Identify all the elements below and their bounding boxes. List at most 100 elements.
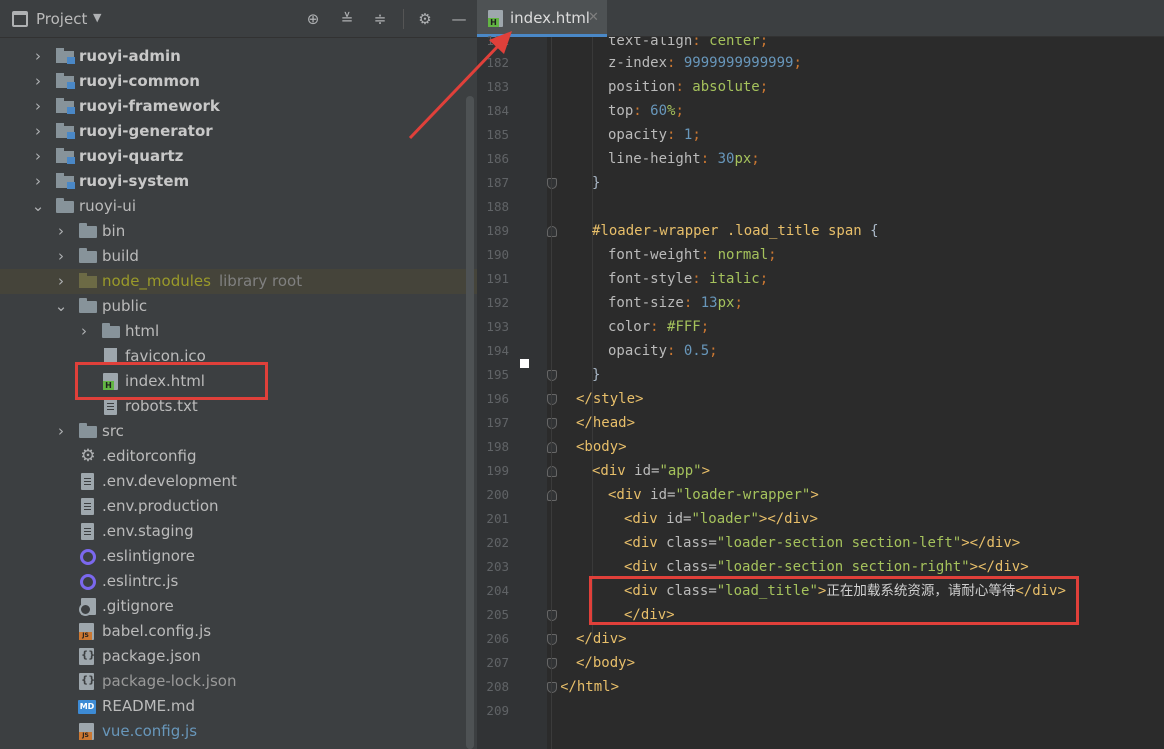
highlight-box-index-html xyxy=(75,362,268,400)
fold-marker[interactable] xyxy=(547,610,557,621)
tree-item-env-production[interactable]: .env.production xyxy=(0,494,477,519)
window-icon[interactable] xyxy=(12,11,28,27)
project-panel-scrollbar[interactable] xyxy=(466,96,474,749)
fold-marker[interactable] xyxy=(547,442,557,453)
chevron-right-icon[interactable]: › xyxy=(31,119,45,144)
code-line: <div class="loader-section section-left"… xyxy=(624,531,1020,555)
chevron-down-icon[interactable]: ▼ xyxy=(93,11,101,24)
html-string: "loader-section section-left" xyxy=(716,535,962,551)
chevron-down-icon[interactable]: ⌄ xyxy=(31,194,45,219)
tree-item-label: package.json xyxy=(102,647,201,665)
tree-item-eslintignore[interactable]: .eslintignore xyxy=(0,544,477,569)
chevron-right-icon[interactable]: › xyxy=(54,269,68,294)
tree-item-ruoyi-generator[interactable]: › ruoyi-generator xyxy=(0,119,477,144)
code-line: position: absolute; xyxy=(608,75,768,99)
css-selector: #loader-wrapper .load_title span xyxy=(592,223,862,239)
punctuation: ; xyxy=(751,151,760,167)
chevron-right-icon[interactable]: › xyxy=(31,169,45,194)
css-value: #FFF xyxy=(667,319,701,335)
tree-item-ruoyi-system[interactable]: › ruoyi-system xyxy=(0,169,477,194)
fold-marker[interactable] xyxy=(547,226,557,237)
tree-item-bin[interactable]: › bin xyxy=(0,219,477,244)
fold-marker[interactable] xyxy=(547,370,557,381)
minimize-icon[interactable]: — xyxy=(451,11,467,27)
punctuation: : xyxy=(650,319,668,335)
tree-item-label: package-lock.json xyxy=(102,672,237,690)
css-number: 9999999999999 xyxy=(683,55,794,71)
chevron-right-icon[interactable]: › xyxy=(54,244,68,269)
code-line: #loader-wrapper .load_title span { xyxy=(592,219,879,243)
tree-item-readme[interactable]: MD README.md xyxy=(0,694,477,719)
chevron-right-icon[interactable]: › xyxy=(31,94,45,119)
punctuation: ; xyxy=(759,37,769,49)
tree-item-build[interactable]: › build xyxy=(0,244,477,269)
code-line: font-weight: normal; xyxy=(608,243,777,267)
html-tag: <div xyxy=(608,487,651,503)
code-area[interactable]: text-align: center; z-index: 99999999999… xyxy=(561,37,1164,749)
chevron-right-icon[interactable]: › xyxy=(54,219,68,244)
color-preview-swatch[interactable] xyxy=(520,359,529,368)
tree-item-node-modules[interactable]: › node_modules library root xyxy=(0,269,477,294)
code-line: <body> xyxy=(576,439,627,455)
html-tag: ></div> xyxy=(969,559,1029,575)
tree-item-ruoyi-admin[interactable]: › ruoyi-admin xyxy=(0,44,477,69)
collapse-all-icon[interactable]: ≑ xyxy=(372,11,388,27)
tree-item-ruoyi-quartz[interactable]: › ruoyi-quartz xyxy=(0,144,477,169)
chevron-right-icon[interactable]: › xyxy=(31,44,45,69)
tree-item-label: ruoyi-ui xyxy=(79,197,136,215)
tree-item-package-lock[interactable]: package-lock.json xyxy=(0,669,477,694)
tree-item-eslintrc[interactable]: .eslintrc.js xyxy=(0,569,477,594)
library-root-hint: library root xyxy=(218,272,303,290)
tree-item-ruoyi-framework[interactable]: › ruoyi-framework xyxy=(0,94,477,119)
tree-item-editorconfig[interactable]: ⚙ .editorconfig xyxy=(0,444,477,469)
code-line: <div id="app"> xyxy=(592,459,710,483)
tree-item-label: .eslintrc.js xyxy=(102,572,179,590)
fold-marker[interactable] xyxy=(547,418,557,429)
fold-marker[interactable] xyxy=(547,658,557,669)
fold-marker[interactable] xyxy=(547,490,557,501)
close-icon[interactable]: ✕ xyxy=(588,10,599,25)
code-line: </html> xyxy=(561,679,620,695)
chevron-right-icon[interactable]: › xyxy=(77,319,91,344)
tree-item-gitignore[interactable]: .gitignore xyxy=(0,594,477,619)
tree-item-package-json[interactable]: package.json xyxy=(0,644,477,669)
tree-item-label: ruoyi-generator xyxy=(79,122,213,140)
tree-item-label-group: node_modules library root xyxy=(102,269,302,294)
punctuation: ; xyxy=(700,319,710,335)
gear-icon[interactable]: ⚙ xyxy=(417,11,433,27)
fold-marker[interactable] xyxy=(547,682,557,693)
expand-all-icon[interactable]: ≚ xyxy=(339,11,355,27)
css-number: 0.5 xyxy=(683,343,710,359)
chevron-right-icon[interactable]: › xyxy=(54,419,68,444)
punctuation: : xyxy=(700,247,718,263)
fold-marker[interactable] xyxy=(547,634,557,645)
git-file-icon xyxy=(79,598,96,616)
line-number: 200 xyxy=(486,487,509,502)
tree-item-public[interactable]: ⌄ public xyxy=(0,294,477,319)
tree-item-env-development[interactable]: .env.development xyxy=(0,469,477,494)
line-number: 208 xyxy=(486,679,509,694)
tree-item-label: README.md xyxy=(102,697,196,715)
tree-item-label: ruoyi-system xyxy=(79,172,190,190)
tree-item-env-staging[interactable]: .env.staging xyxy=(0,519,477,544)
tree-item-ruoyi-ui[interactable]: ⌄ ruoyi-ui xyxy=(0,194,477,219)
css-property: line-height xyxy=(608,151,701,167)
tree-item-src[interactable]: › src xyxy=(0,419,477,444)
css-property: opacity xyxy=(608,127,668,143)
tree-item-label: .eslintignore xyxy=(102,547,195,565)
chevron-right-icon[interactable]: › xyxy=(31,69,45,94)
fold-marker[interactable] xyxy=(547,178,557,189)
tree-item-babel-config[interactable]: babel.config.js xyxy=(0,619,477,644)
chevron-down-icon[interactable]: ⌄ xyxy=(54,294,68,319)
tree-item-label: .env.development xyxy=(102,472,237,490)
tree-item-vue-config[interactable]: vue.config.js xyxy=(0,719,477,744)
fold-marker[interactable] xyxy=(547,394,557,405)
project-view-title[interactable]: Project xyxy=(36,10,87,28)
tree-item-html[interactable]: › html xyxy=(0,319,477,344)
line-number: 189 xyxy=(486,223,509,238)
tree-item-ruoyi-common[interactable]: › ruoyi-common xyxy=(0,69,477,94)
locate-icon[interactable]: ⊕ xyxy=(305,11,321,27)
fold-marker[interactable] xyxy=(547,466,557,477)
punctuation: ; xyxy=(692,127,701,143)
chevron-right-icon[interactable]: › xyxy=(31,144,45,169)
